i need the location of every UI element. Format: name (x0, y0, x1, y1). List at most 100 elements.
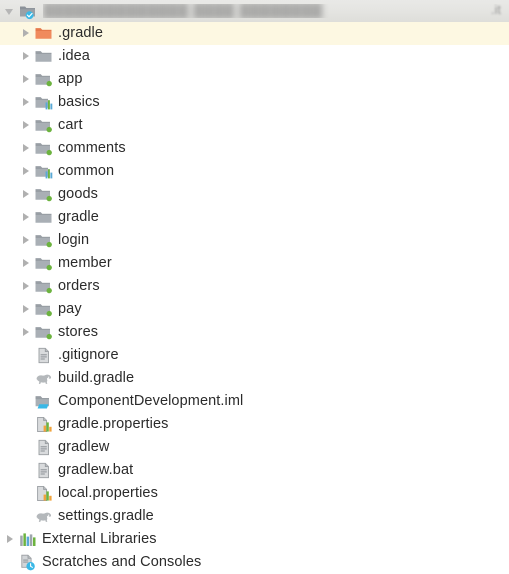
tree-item-login[interactable]: login (0, 229, 509, 252)
tree-item-label: .gitignore (58, 346, 119, 363)
expand-collapse-icon[interactable] (18, 91, 34, 114)
tree-item-gitignore[interactable]: .gitignore (0, 344, 509, 367)
tree-item-label: app (58, 70, 83, 87)
file-text-icon (34, 346, 53, 365)
external-libraries-icon (18, 530, 37, 549)
expand-collapse-icon[interactable] (18, 229, 34, 252)
tree-item-comments[interactable]: comments (0, 137, 509, 160)
module-library-icon (34, 93, 53, 112)
tree-item-label: goods (58, 185, 99, 202)
tree-item-label: common (58, 162, 115, 179)
file-properties-icon (34, 415, 53, 434)
expand-collapse-icon[interactable] (18, 321, 34, 344)
tree-item-label: ComponentDevelopment.iml (58, 392, 244, 409)
tree-item-basics[interactable]: basics (0, 91, 509, 114)
tree-item-label: Scratches and Consoles (42, 553, 202, 570)
tree-item-gradle-properties[interactable]: gradle.properties (0, 413, 509, 436)
tree-item-label: cart (58, 116, 83, 133)
tree-item-label: gradle (58, 208, 99, 225)
tree-item-label: login (58, 231, 90, 248)
project-root-row[interactable]: ██████████████ ████ ████████ .it (0, 0, 509, 22)
tree-item-member[interactable]: member (0, 252, 509, 275)
tree-item-label: member (58, 254, 112, 271)
module-android-icon (34, 277, 53, 296)
module-android-icon (34, 254, 53, 273)
tree-item-build-gradle[interactable]: build.gradle (0, 367, 509, 390)
expand-collapse-icon[interactable] (18, 45, 34, 68)
expand-collapse-icon[interactable] (18, 252, 34, 275)
file-properties-icon (34, 484, 53, 503)
tree-rows-container: .gradle .idea app basics cart comments common g… (0, 22, 509, 574)
tree-item-gradlew-bat[interactable]: gradlew.bat (0, 459, 509, 482)
tree-item-goods[interactable]: goods (0, 183, 509, 206)
expand-collapse-icon[interactable] (18, 22, 34, 45)
tree-item-gradle[interactable]: gradle (0, 206, 509, 229)
tree-item-app[interactable]: app (0, 68, 509, 91)
expand-collapse-icon[interactable] (18, 137, 34, 160)
tree-item-label: gradlew (58, 438, 110, 455)
tree-item-common[interactable]: common (0, 160, 509, 183)
module-android-icon (34, 231, 53, 250)
tree-item-label: gradlew.bat (58, 461, 134, 478)
expand-collapse-icon[interactable] (2, 0, 18, 23)
tree-item-gradlew[interactable]: gradlew (0, 436, 509, 459)
expand-collapse-icon[interactable] (2, 528, 18, 551)
tree-item-settings-gradle[interactable]: settings.gradle (0, 505, 509, 528)
tree-item-label: basics (58, 93, 100, 110)
tree-item-label: settings.gradle (58, 507, 154, 524)
tree-item-pay[interactable]: pay (0, 298, 509, 321)
expand-collapse-icon[interactable] (18, 160, 34, 183)
tree-item-label: pay (58, 300, 82, 317)
module-android-icon (34, 185, 53, 204)
expand-collapse-icon[interactable] (18, 114, 34, 137)
tree-item-label: orders (58, 277, 100, 294)
tree-item-idea[interactable]: .idea (0, 45, 509, 68)
tree-item-label: gradle.properties (58, 415, 169, 432)
tree-item-label: stores (58, 323, 99, 340)
tree-item-external-libraries[interactable]: External Libraries (0, 528, 509, 551)
module-android-icon (34, 116, 53, 135)
folder-gray-icon (34, 208, 53, 227)
tree-item-cart[interactable]: cart (0, 114, 509, 137)
expand-collapse-icon[interactable] (18, 298, 34, 321)
file-text-icon (34, 461, 53, 480)
tree-item-componentdevelopment-iml[interactable]: ComponentDevelopment.iml (0, 390, 509, 413)
tree-item-label: build.gradle (58, 369, 135, 386)
tree-item-label: .gradle (58, 24, 104, 41)
expand-collapse-icon[interactable] (18, 183, 34, 206)
tree-item-stores[interactable]: stores (0, 321, 509, 344)
folder-gray-icon (34, 47, 53, 66)
scratches-icon (18, 553, 37, 572)
file-text-icon (34, 438, 53, 457)
module-android-icon (34, 323, 53, 342)
gradle-elephant-icon (34, 369, 53, 388)
module-android-icon (34, 70, 53, 89)
tree-item-label: local.properties (58, 484, 158, 501)
folder-orange-icon (34, 24, 53, 43)
tree-item-label: .idea (58, 47, 90, 64)
project-name-redacted: ██████████████ ████ ████████ .it (43, 4, 501, 18)
tree-item-label: External Libraries (42, 530, 157, 547)
gradle-elephant-icon (34, 507, 53, 526)
tree-item-gradle[interactable]: .gradle (0, 22, 509, 45)
tree-item-scratches-and-consoles[interactable]: Scratches and Consoles (0, 551, 509, 574)
module-android-icon (34, 139, 53, 158)
expand-collapse-icon[interactable] (18, 206, 34, 229)
tree-item-label: comments (58, 139, 126, 156)
module-library-icon (34, 162, 53, 181)
expand-collapse-icon[interactable] (18, 275, 34, 298)
tree-item-local-properties[interactable]: local.properties (0, 482, 509, 505)
iml-module-icon (34, 392, 53, 411)
expand-collapse-icon[interactable] (18, 68, 34, 91)
tree-item-orders[interactable]: orders (0, 275, 509, 298)
module-android-icon (34, 300, 53, 319)
